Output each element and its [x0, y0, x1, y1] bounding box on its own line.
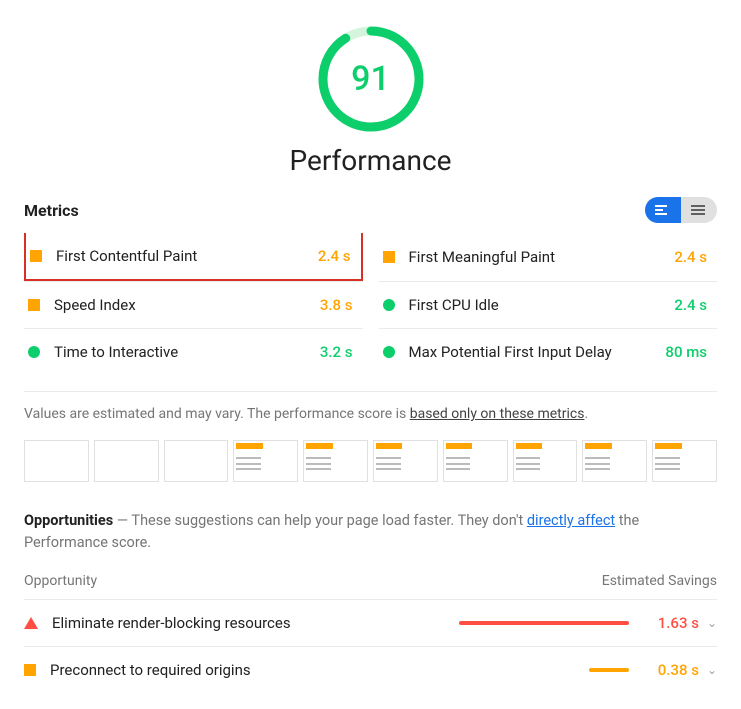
filmstrip-thumb — [443, 440, 508, 482]
opp-label: Preconnect to required origins — [50, 661, 449, 679]
view-toggle-brief[interactable] — [645, 197, 681, 223]
metric-label: First Contentful Paint — [56, 247, 318, 265]
score-gauge: 91 — [316, 24, 426, 134]
metric-row[interactable]: First CPU Idle 2.4 s — [379, 281, 718, 328]
filmstrip-thumb — [233, 440, 298, 482]
opp-status-icon — [24, 664, 36, 676]
opportunities-label: Opportunities — [24, 512, 113, 529]
metric-value: 3.8 s — [320, 296, 353, 314]
metric-value: 3.2 s — [320, 343, 353, 361]
metrics-grid: First Contentful Paint 2.4 s First Meani… — [24, 233, 717, 375]
view-toggle-detailed[interactable] — [681, 197, 717, 223]
metric-row[interactable]: First Contentful Paint 2.4 s — [24, 233, 363, 281]
filmstrip-thumb — [373, 440, 438, 482]
note-link[interactable]: based only on these metrics — [410, 406, 585, 422]
filmstrip-thumb — [652, 440, 717, 482]
metric-label: Speed Index — [54, 296, 320, 314]
metric-status-icon — [383, 346, 395, 358]
metrics-view-toggle — [645, 197, 717, 223]
opp-bar-area — [449, 668, 629, 672]
filmstrip — [24, 440, 717, 482]
metric-status-icon — [30, 250, 42, 262]
metric-label: Max Potential First Input Delay — [409, 343, 666, 361]
metrics-header: Metrics — [24, 197, 717, 223]
metrics-note: Values are estimated and may vary. The p… — [24, 391, 717, 422]
opp-bar-area — [449, 621, 629, 625]
metrics-heading: Metrics — [24, 201, 79, 220]
metric-status-icon — [383, 251, 395, 263]
note-suffix: . — [584, 406, 588, 422]
opp-intro-link[interactable]: directly affect — [527, 512, 615, 529]
metric-status-icon — [28, 299, 40, 311]
opportunities-list: Eliminate render-blocking resources 1.63… — [24, 599, 717, 693]
metric-row[interactable]: Time to Interactive 3.2 s — [24, 328, 363, 375]
filmstrip-thumb — [582, 440, 647, 482]
metric-value: 2.4 s — [674, 296, 707, 314]
metric-label: Time to Interactive — [54, 343, 320, 361]
detailed-view-icon — [691, 205, 707, 215]
metric-value: 2.4 s — [318, 247, 351, 265]
opp-value: 1.63 s — [643, 614, 699, 632]
metric-value: 2.4 s — [674, 248, 707, 266]
filmstrip-thumb — [24, 440, 89, 482]
score-value: 91 — [316, 24, 426, 134]
chevron-down-icon[interactable]: ⌄ — [707, 616, 717, 630]
note-prefix: Values are estimated and may vary. The p… — [24, 406, 410, 422]
opportunity-row[interactable]: Preconnect to required origins 0.38 s ⌄ — [24, 646, 717, 693]
filmstrip-thumb — [513, 440, 578, 482]
metric-status-icon — [383, 299, 395, 311]
metric-row[interactable]: Max Potential First Input Delay 80 ms — [379, 328, 718, 375]
filmstrip-thumb — [303, 440, 368, 482]
metric-row[interactable]: Speed Index 3.8 s — [24, 281, 363, 328]
opp-head-left: Opportunity — [24, 573, 97, 589]
filmstrip-thumb — [94, 440, 159, 482]
metric-label: First CPU Idle — [409, 296, 675, 314]
score-title: Performance — [290, 144, 452, 177]
chevron-down-icon[interactable]: ⌄ — [707, 663, 717, 677]
opportunities-header: Opportunity Estimated Savings — [24, 573, 717, 599]
opp-value: 0.38 s — [643, 661, 699, 679]
metric-status-icon — [28, 346, 40, 358]
opp-status-icon — [24, 617, 38, 629]
opp-intro-mid: — These suggestions can help your page l… — [113, 512, 527, 529]
opportunity-row[interactable]: Eliminate render-blocking resources 1.63… — [24, 599, 717, 646]
opportunities-intro: Opportunities — These suggestions can he… — [24, 510, 717, 555]
brief-view-icon — [655, 205, 671, 215]
opp-bar — [589, 668, 629, 672]
metric-row[interactable]: First Meaningful Paint 2.4 s — [379, 233, 718, 281]
filmstrip-thumb — [164, 440, 229, 482]
opp-head-right: Estimated Savings — [602, 573, 717, 589]
opp-label: Eliminate render-blocking resources — [52, 614, 449, 632]
opp-bar — [459, 621, 629, 625]
score-gauge-section: 91 Performance — [24, 24, 717, 177]
metric-label: First Meaningful Paint — [409, 248, 675, 266]
metric-value: 80 ms — [665, 343, 707, 361]
